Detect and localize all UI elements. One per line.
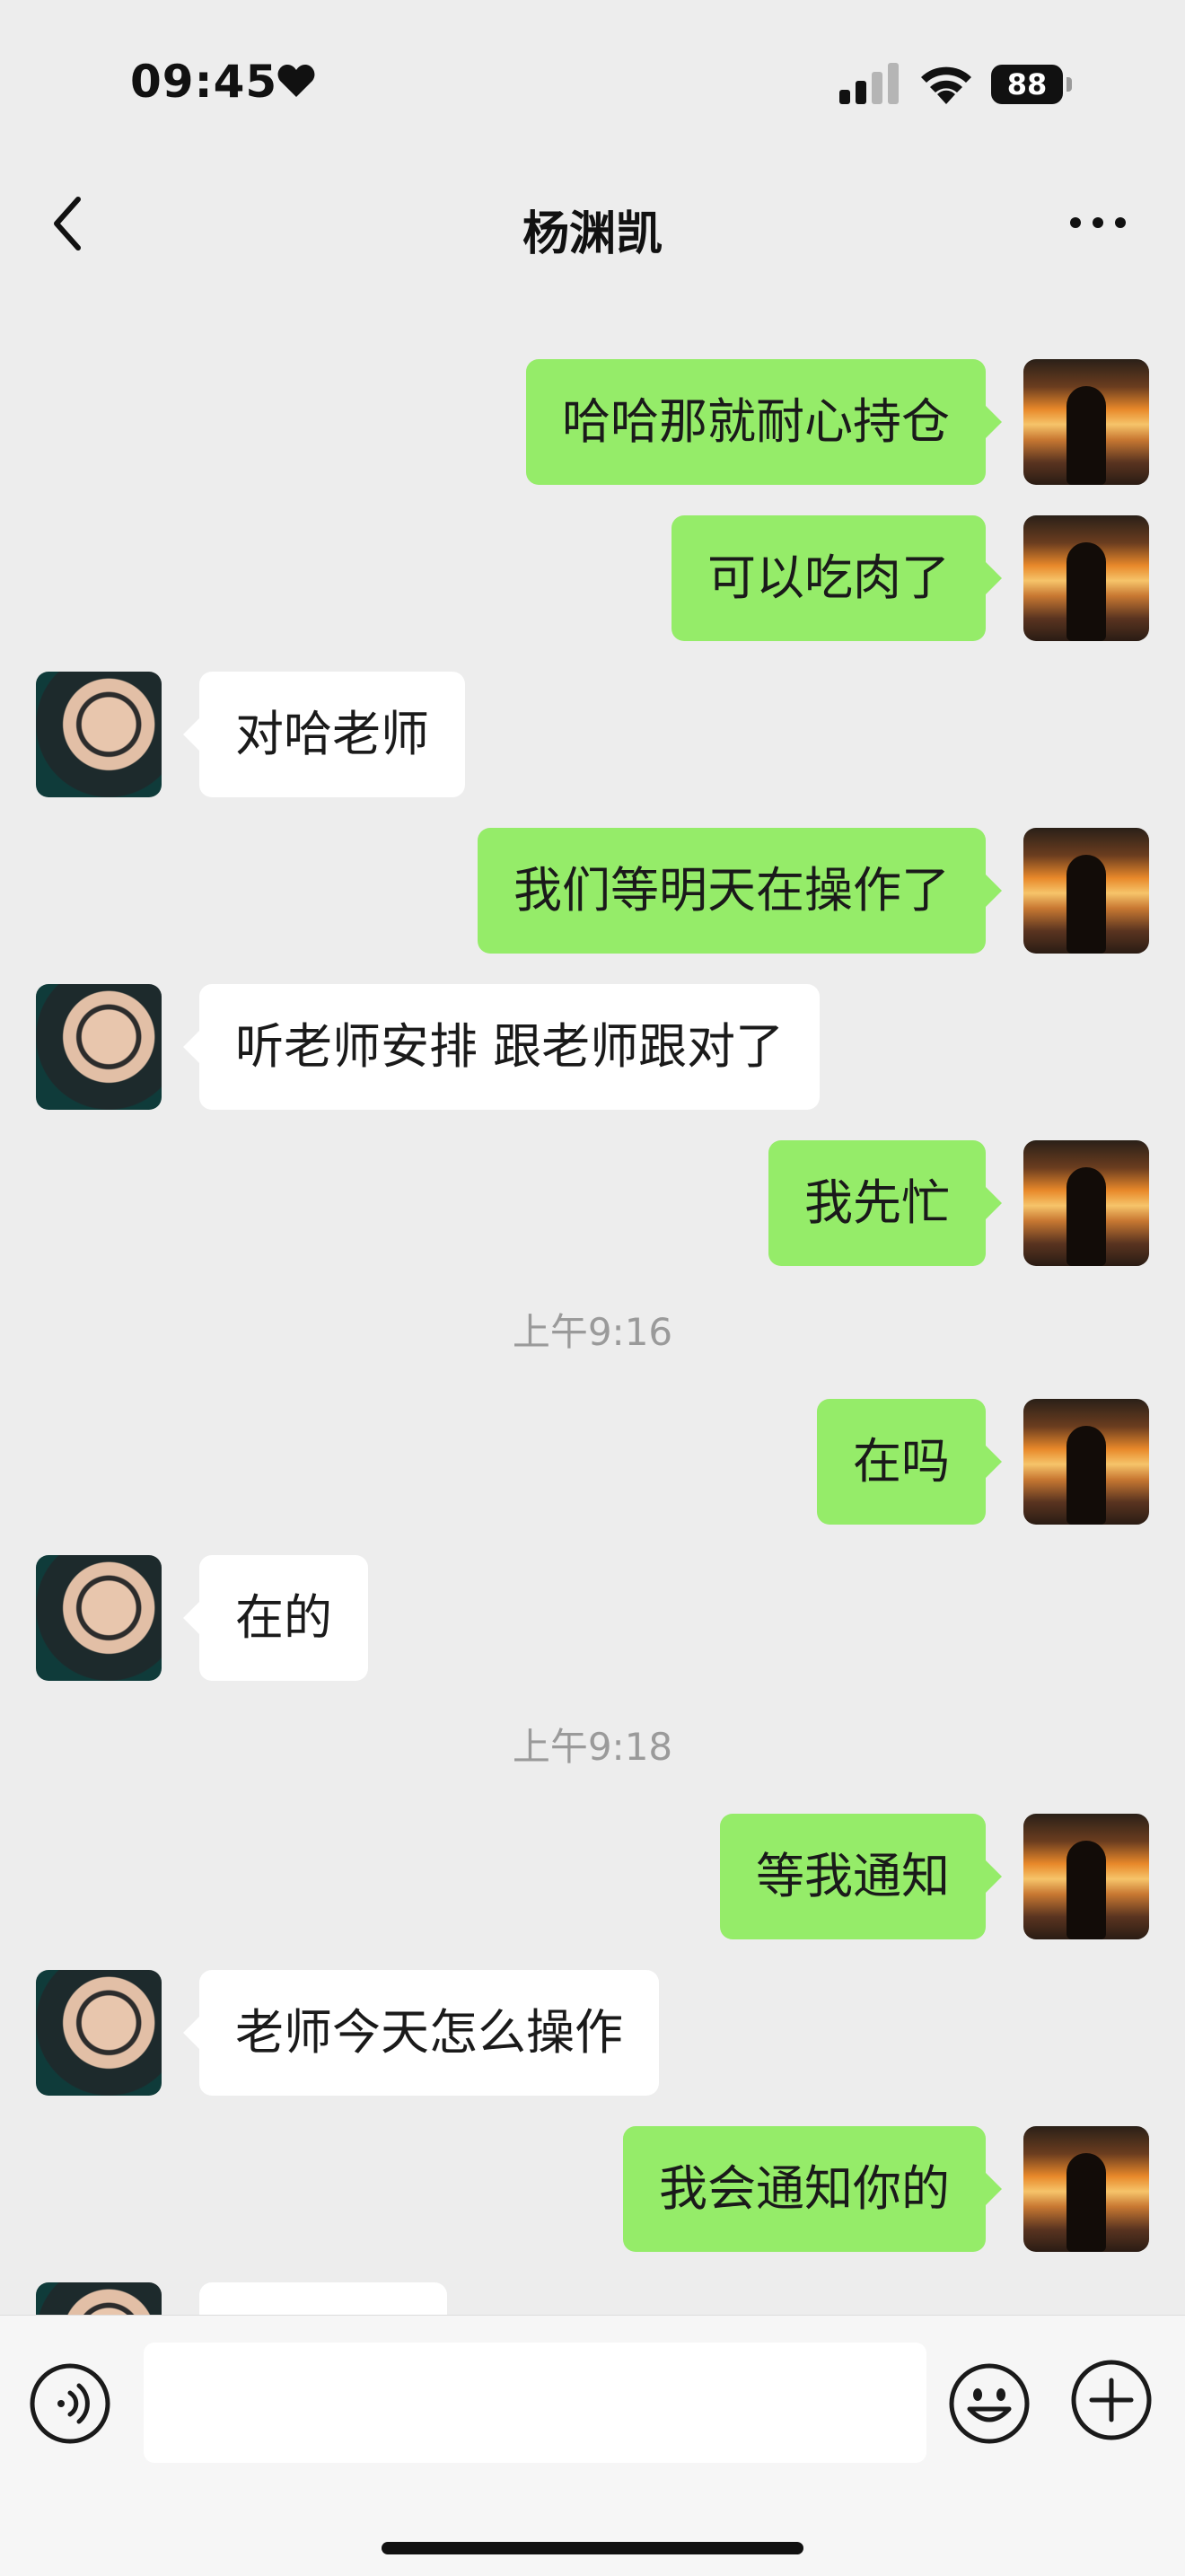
my-avatar[interactable] (1023, 1399, 1149, 1525)
status-bar: 09:45 88 (0, 0, 1185, 171)
message-bubble[interactable]: 我会通知你的 (623, 2126, 1002, 2252)
message-bubble[interactable]: 听老师安排 跟老师跟对了 (182, 984, 821, 1110)
message-row: 哈哈那就耐心持仓 (0, 359, 1185, 485)
contact-avatar[interactable] (36, 1970, 162, 2096)
message-bubble[interactable]: 老师今天怎么操作 (183, 1970, 659, 2096)
message-bubble[interactable]: 在吗 (817, 1399, 1002, 1525)
message-row: 对哈老师 (0, 672, 1185, 797)
timestamp: 上午9:18 (512, 1725, 673, 1769)
message-bubble[interactable]: 我们等明天在操作了 (478, 828, 1002, 954)
message-input[interactable] (144, 2343, 926, 2463)
emoji-icon[interactable] (948, 2362, 1031, 2445)
message-row: 听老师安排 跟老师跟对了 (0, 984, 1185, 1110)
message-row: 等我通知 (0, 1814, 1185, 1939)
contact-avatar[interactable] (36, 2282, 162, 2315)
message-row: 在吗 (0, 1399, 1185, 1525)
plus-icon[interactable] (1070, 2359, 1153, 2441)
message-bubble[interactable]: 在的 (183, 1555, 368, 1681)
timestamp: 上午9:16 (512, 1310, 673, 1354)
message-bubble[interactable]: 等我通知 (720, 1814, 1002, 1939)
contact-avatar[interactable] (36, 984, 162, 1110)
chat-header: 杨渊凯 (0, 171, 1185, 278)
chat-title: 杨渊凯 (522, 207, 663, 261)
cellular-signal-icon (839, 63, 899, 104)
battery-level: 88 (991, 65, 1063, 104)
contact-avatar[interactable] (36, 672, 162, 797)
message-bubble[interactable]: 可以吃肉了 (672, 515, 1002, 641)
message-bubble[interactable]: 我先忙 (768, 1140, 1002, 1266)
message-bubble[interactable]: 对哈老师 (183, 672, 465, 797)
message-row (0, 2282, 1185, 2315)
my-avatar[interactable] (1023, 515, 1149, 641)
heart-icon (277, 65, 315, 97)
message-row: 在的 (0, 1555, 1185, 1681)
status-time: 09:45 (130, 56, 278, 108)
wifi-icon (921, 66, 971, 104)
message-row: 我先忙 (0, 1140, 1185, 1266)
message-row: 我会通知你的 (0, 2126, 1185, 2252)
message-row: 老师今天怎么操作 (0, 1970, 1185, 2096)
battery-tip (1066, 77, 1072, 92)
my-avatar[interactable] (1023, 828, 1149, 954)
message-bubble[interactable]: 哈哈那就耐心持仓 (526, 359, 1002, 485)
input-bar (0, 2315, 1185, 2576)
message-list[interactable]: 哈哈那就耐心持仓 可以吃肉了 对哈老师 我们等明天在操作了 听老师安排 跟老师跟… (0, 171, 1185, 2315)
my-avatar[interactable] (1023, 1140, 1149, 1266)
my-avatar[interactable] (1023, 2126, 1149, 2252)
home-indicator[interactable] (382, 2542, 803, 2554)
my-avatar[interactable] (1023, 359, 1149, 485)
my-avatar[interactable] (1023, 1814, 1149, 1939)
message-bubble[interactable] (199, 2282, 447, 2315)
ellipsis-icon[interactable] (1066, 212, 1129, 233)
message-row: 可以吃肉了 (0, 515, 1185, 641)
voice-icon[interactable] (29, 2362, 111, 2445)
contact-avatar[interactable] (36, 1555, 162, 1681)
battery-indicator: 88 (991, 65, 1074, 104)
message-row: 我们等明天在操作了 (0, 828, 1185, 954)
